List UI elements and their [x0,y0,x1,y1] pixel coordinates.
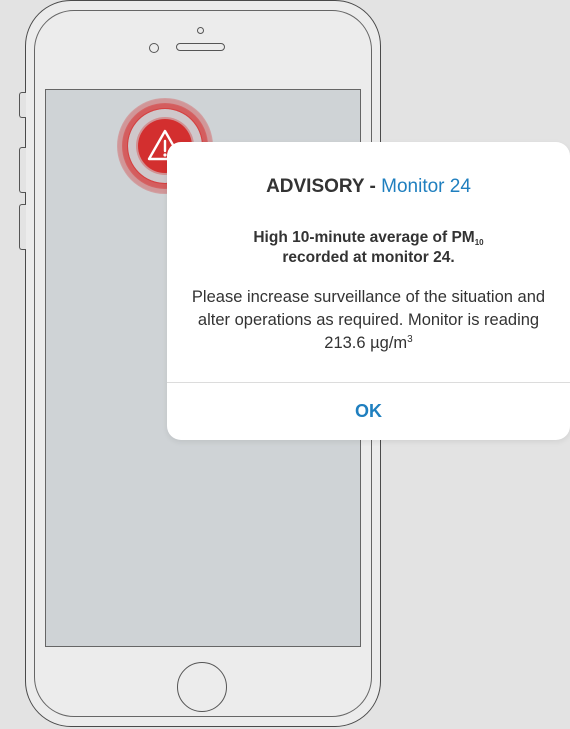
mute-switch [19,92,26,118]
volume-up-button [19,147,26,193]
home-button[interactable] [177,662,227,712]
dialog-title-monitor: Monitor 24 [381,176,471,197]
headline-subscript: 10 [474,238,484,247]
dialog-message: Please increase surveillance of the situ… [175,286,562,355]
headline-text: High 10-minute average of PM [253,229,475,246]
message-text: Please increase surveillance of the situ… [191,288,546,352]
headline-text-line2: recorded at monitor 24. [282,249,455,266]
dialog-title-separator: - [364,176,382,197]
dialog-title-prefix: ADVISORY [266,176,365,197]
message-superscript: 3 [407,334,413,345]
dialog-title: ADVISORY - Monitor 24 [167,176,570,198]
camera-icon [197,27,204,34]
front-sensor-icon [149,43,159,53]
advisory-dialog: ADVISORY - Monitor 24 High 10-minute ave… [167,142,570,440]
ok-button[interactable]: OK [167,383,570,440]
dialog-headline: High 10-minute average of PM10 recorded a… [187,228,550,268]
volume-down-button [19,204,26,250]
speaker-grille [176,43,225,51]
